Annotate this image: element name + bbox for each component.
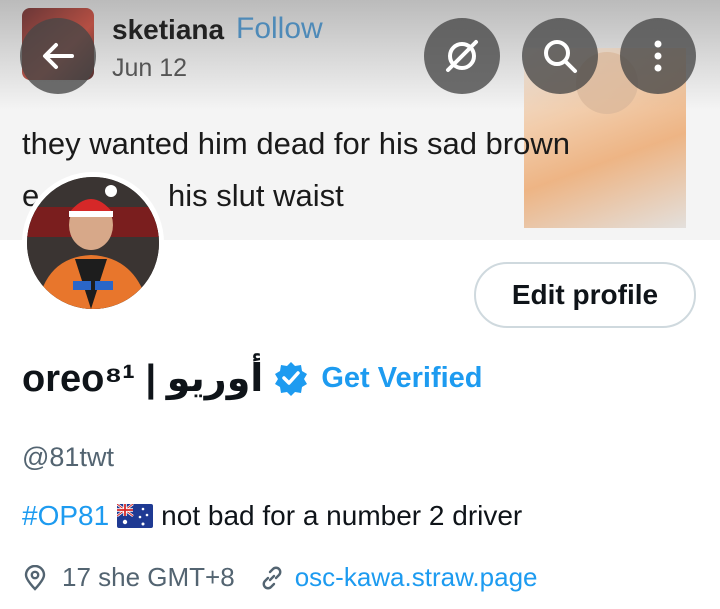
profile-avatar[interactable] [22, 172, 164, 314]
profile-location: 17 she GMT+8 [62, 562, 235, 592]
profile-bio: #OP81 not bad for a number 2 driver [22, 500, 522, 532]
get-verified-link[interactable]: Get Verified [321, 362, 482, 395]
location-pin-icon [24, 564, 46, 591]
user-handle: @81twt [22, 442, 114, 472]
search-icon [544, 40, 577, 73]
bio-text: not bad for a number 2 driver [161, 500, 523, 531]
edit-profile-button[interactable]: Edit profile [474, 262, 696, 328]
arrow-left-icon [43, 43, 74, 69]
banner-tweet-follow: Follow [236, 12, 323, 45]
avatar-photo [27, 177, 159, 309]
verified-badge-icon[interactable] [273, 360, 309, 396]
grok-button[interactable] [424, 18, 500, 94]
profile-website-link[interactable]: osc-kawa.straw.page [295, 562, 538, 593]
display-name-row: oreo⁸¹ | أوريو Get Verified [22, 352, 483, 404]
banner-tweet-date: Jun 12 [112, 54, 188, 82]
bio-hashtag[interactable]: #OP81 [22, 500, 109, 532]
australia-flag-icon [117, 504, 154, 528]
banner-tweet-text-line2: his slut waist [168, 178, 344, 213]
back-button[interactable] [20, 18, 96, 94]
more-options-button[interactable] [620, 18, 696, 94]
search-button[interactable] [522, 18, 598, 94]
grok-icon [446, 40, 478, 72]
banner-tweet-username: sketiana [112, 14, 225, 45]
link-icon [262, 566, 282, 589]
more-vertical-icon [654, 40, 662, 72]
profile-meta: 17 she GMT+8 osc-kawa.straw.page [22, 562, 538, 593]
banner-tweet-text-line1: they wanted him dead for his sad brown [22, 126, 570, 161]
display-name: oreo⁸¹ | أوريو [22, 357, 264, 400]
